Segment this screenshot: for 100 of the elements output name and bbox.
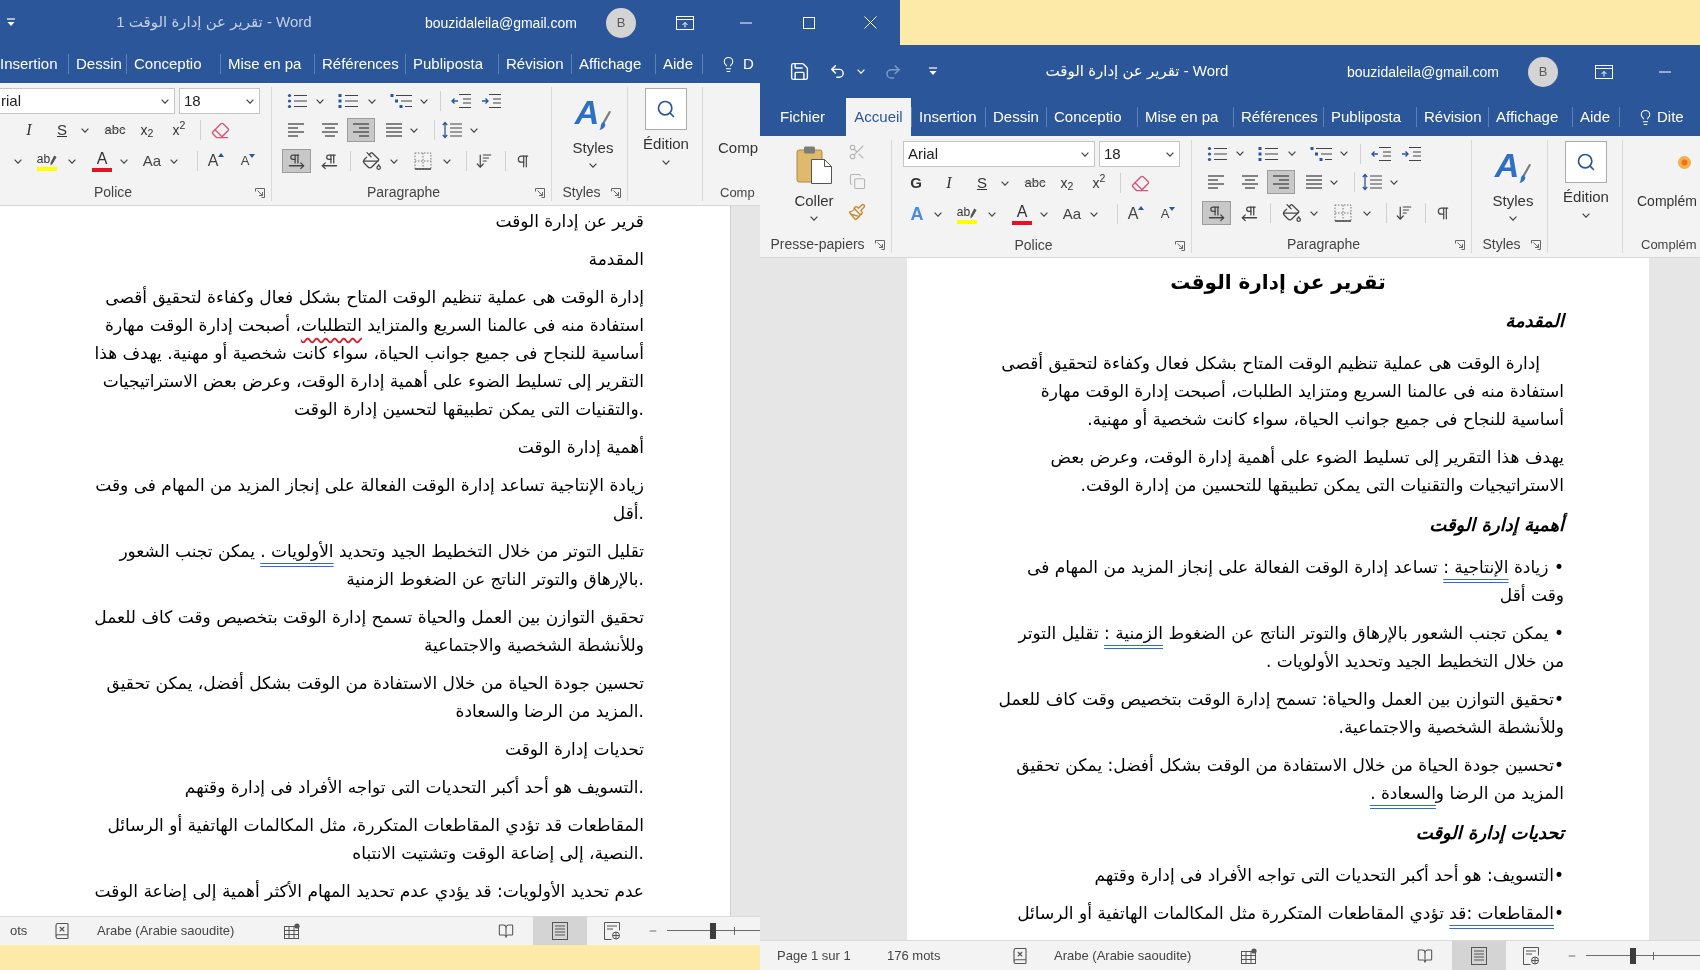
dialog-launcher-icon[interactable] bbox=[255, 187, 265, 198]
superscript-button[interactable]: x$^{2}$ bbox=[168, 118, 190, 142]
caret-icon[interactable] bbox=[1236, 151, 1244, 156]
caret-icon[interactable] bbox=[120, 158, 128, 164]
zoom-slider[interactable] bbox=[667, 923, 760, 939]
zoom-slider[interactable] bbox=[1586, 947, 1700, 964]
dialog-launcher-icon[interactable] bbox=[875, 239, 885, 250]
caret-icon[interactable] bbox=[1330, 179, 1338, 185]
minimize-icon[interactable] bbox=[1659, 70, 1671, 73]
ribbon-tab[interactable]: Conceptio bbox=[1047, 98, 1137, 136]
maximize-icon[interactable] bbox=[803, 16, 815, 29]
caret-icon[interactable] bbox=[1582, 213, 1590, 218]
account-email[interactable]: bouzidaleila@gmail.com bbox=[425, 14, 577, 31]
close-icon[interactable] bbox=[864, 16, 877, 29]
eraser-icon[interactable] bbox=[1131, 173, 1150, 193]
highlight-button[interactable]: ab bbox=[35, 149, 59, 173]
caret-icon[interactable] bbox=[589, 163, 597, 168]
menu-caret-icon[interactable] bbox=[7, 18, 15, 27]
ribbon-tab[interactable]: Dessin bbox=[69, 45, 126, 83]
grow-font-button[interactable]: A bbox=[1126, 202, 1146, 226]
caret-icon[interactable] bbox=[390, 158, 398, 164]
increase-indent-icon[interactable] bbox=[1401, 145, 1421, 162]
sort-icon[interactable] bbox=[1395, 204, 1413, 222]
caret-icon[interactable] bbox=[1509, 216, 1517, 221]
book-x-icon[interactable] bbox=[53, 922, 71, 940]
grid-icon[interactable] bbox=[284, 923, 301, 939]
language-indicator[interactable]: Arabe (Arabie saoudite) bbox=[97, 923, 235, 939]
add-ins-button[interactable]: Comp bbox=[718, 139, 758, 157]
font-name-field[interactable]: rial bbox=[0, 88, 175, 114]
ribbon-tab[interactable]: Références bbox=[315, 45, 405, 83]
dialog-launcher-icon[interactable] bbox=[1531, 239, 1541, 250]
slider-thumb[interactable] bbox=[1629, 947, 1636, 964]
font-size-field[interactable]: 18 bbox=[179, 88, 260, 114]
account-email[interactable]: bouzidaleila@gmail.com bbox=[1347, 63, 1499, 80]
change-case-button[interactable]: Aa bbox=[140, 149, 164, 173]
shrink-font-button[interactable]: A bbox=[1158, 202, 1178, 226]
caret-icon[interactable] bbox=[68, 158, 76, 164]
slider-thumb[interactable] bbox=[709, 923, 716, 939]
font-color-button[interactable]: A bbox=[91, 149, 113, 173]
grid-icon[interactable] bbox=[1241, 947, 1258, 964]
ribbon-tab[interactable]: Mise en pa bbox=[221, 45, 314, 83]
dotted-grid-icon[interactable] bbox=[414, 152, 432, 170]
change-case-button[interactable]: Aa bbox=[1060, 202, 1084, 226]
tell-me-search[interactable]: D bbox=[743, 52, 754, 76]
caret-icon[interactable] bbox=[934, 211, 942, 217]
dialog-launcher-icon[interactable] bbox=[1455, 239, 1465, 250]
ribbon-tab[interactable]: Publiposta bbox=[406, 45, 498, 83]
edition-button[interactable]: Édition bbox=[1559, 141, 1613, 218]
account-avatar[interactable]: B bbox=[1528, 56, 1558, 87]
ribbon-tab[interactable]: Accueil bbox=[846, 98, 911, 136]
ribbon-tab[interactable]: Révision bbox=[1417, 98, 1488, 136]
dialog-launcher-icon[interactable] bbox=[535, 187, 545, 198]
decrease-indent-icon[interactable] bbox=[451, 93, 471, 109]
caret-icon[interactable] bbox=[14, 158, 22, 164]
print-layout-button[interactable] bbox=[1452, 941, 1506, 970]
shrink-font-button[interactable]: A bbox=[238, 149, 258, 173]
ribbon-tab[interactable]: Conceptio bbox=[127, 45, 220, 83]
ribbon-tab[interactable]: Affichage bbox=[572, 45, 655, 83]
caret-icon[interactable] bbox=[1090, 211, 1098, 217]
save-icon[interactable] bbox=[789, 61, 810, 82]
ribbon-tab[interactable]: Insertion bbox=[0, 45, 68, 83]
account-avatar[interactable]: B bbox=[606, 7, 636, 38]
align-right-button[interactable] bbox=[1267, 170, 1295, 194]
caret-icon[interactable] bbox=[470, 127, 478, 133]
print-layout-button[interactable] bbox=[533, 917, 587, 945]
caret-icon[interactable] bbox=[443, 158, 451, 164]
ribbon-tab[interactable]: Fichier bbox=[760, 98, 846, 136]
dotted-grid-icon[interactable] bbox=[1334, 204, 1352, 222]
ribbon-tab[interactable]: Dessin bbox=[986, 98, 1046, 136]
undo-icon[interactable] bbox=[829, 63, 846, 80]
left-to-right-button[interactable] bbox=[282, 149, 311, 173]
page-count[interactable]: Page 1 sur 1 bbox=[777, 947, 851, 963]
eraser-icon[interactable] bbox=[211, 120, 230, 140]
caret-icon[interactable] bbox=[1166, 151, 1174, 157]
bullet-list-icon[interactable] bbox=[287, 93, 307, 109]
paintbrush-icon[interactable] bbox=[848, 203, 866, 221]
caret-icon[interactable] bbox=[810, 216, 818, 221]
increase-indent-icon[interactable] bbox=[481, 93, 501, 109]
caret-icon[interactable] bbox=[1310, 210, 1318, 216]
caret-icon[interactable] bbox=[420, 98, 428, 104]
ribbon-tab[interactable]: Publiposta bbox=[1324, 98, 1416, 136]
ribbon-tab[interactable]: Références bbox=[1234, 98, 1323, 136]
styles-button[interactable]: A Styles bbox=[1488, 141, 1538, 225]
styles-button[interactable]: A Styles bbox=[568, 88, 618, 173]
menu-caret-icon[interactable] bbox=[929, 67, 937, 76]
caret-icon[interactable] bbox=[1390, 179, 1398, 185]
caret-icon[interactable] bbox=[1040, 211, 1048, 217]
caret-icon[interactable] bbox=[246, 98, 254, 104]
caret-icon[interactable] bbox=[1363, 210, 1371, 216]
ribbon-tab[interactable]: Aide bbox=[656, 45, 702, 83]
italic-button[interactable]: I bbox=[938, 171, 960, 195]
font-name-field[interactable]: Arial bbox=[903, 141, 1095, 167]
paint-bucket-icon[interactable] bbox=[362, 151, 382, 171]
underline-button[interactable]: S bbox=[971, 171, 993, 195]
caret-icon[interactable] bbox=[1288, 151, 1296, 156]
tell-me-search[interactable]: Dite bbox=[1657, 105, 1684, 129]
ribbon-tab[interactable]: Insertion bbox=[912, 98, 985, 136]
caret-icon[interactable] bbox=[368, 98, 376, 104]
caret-icon[interactable] bbox=[662, 160, 670, 165]
caret-icon[interactable] bbox=[170, 158, 178, 164]
